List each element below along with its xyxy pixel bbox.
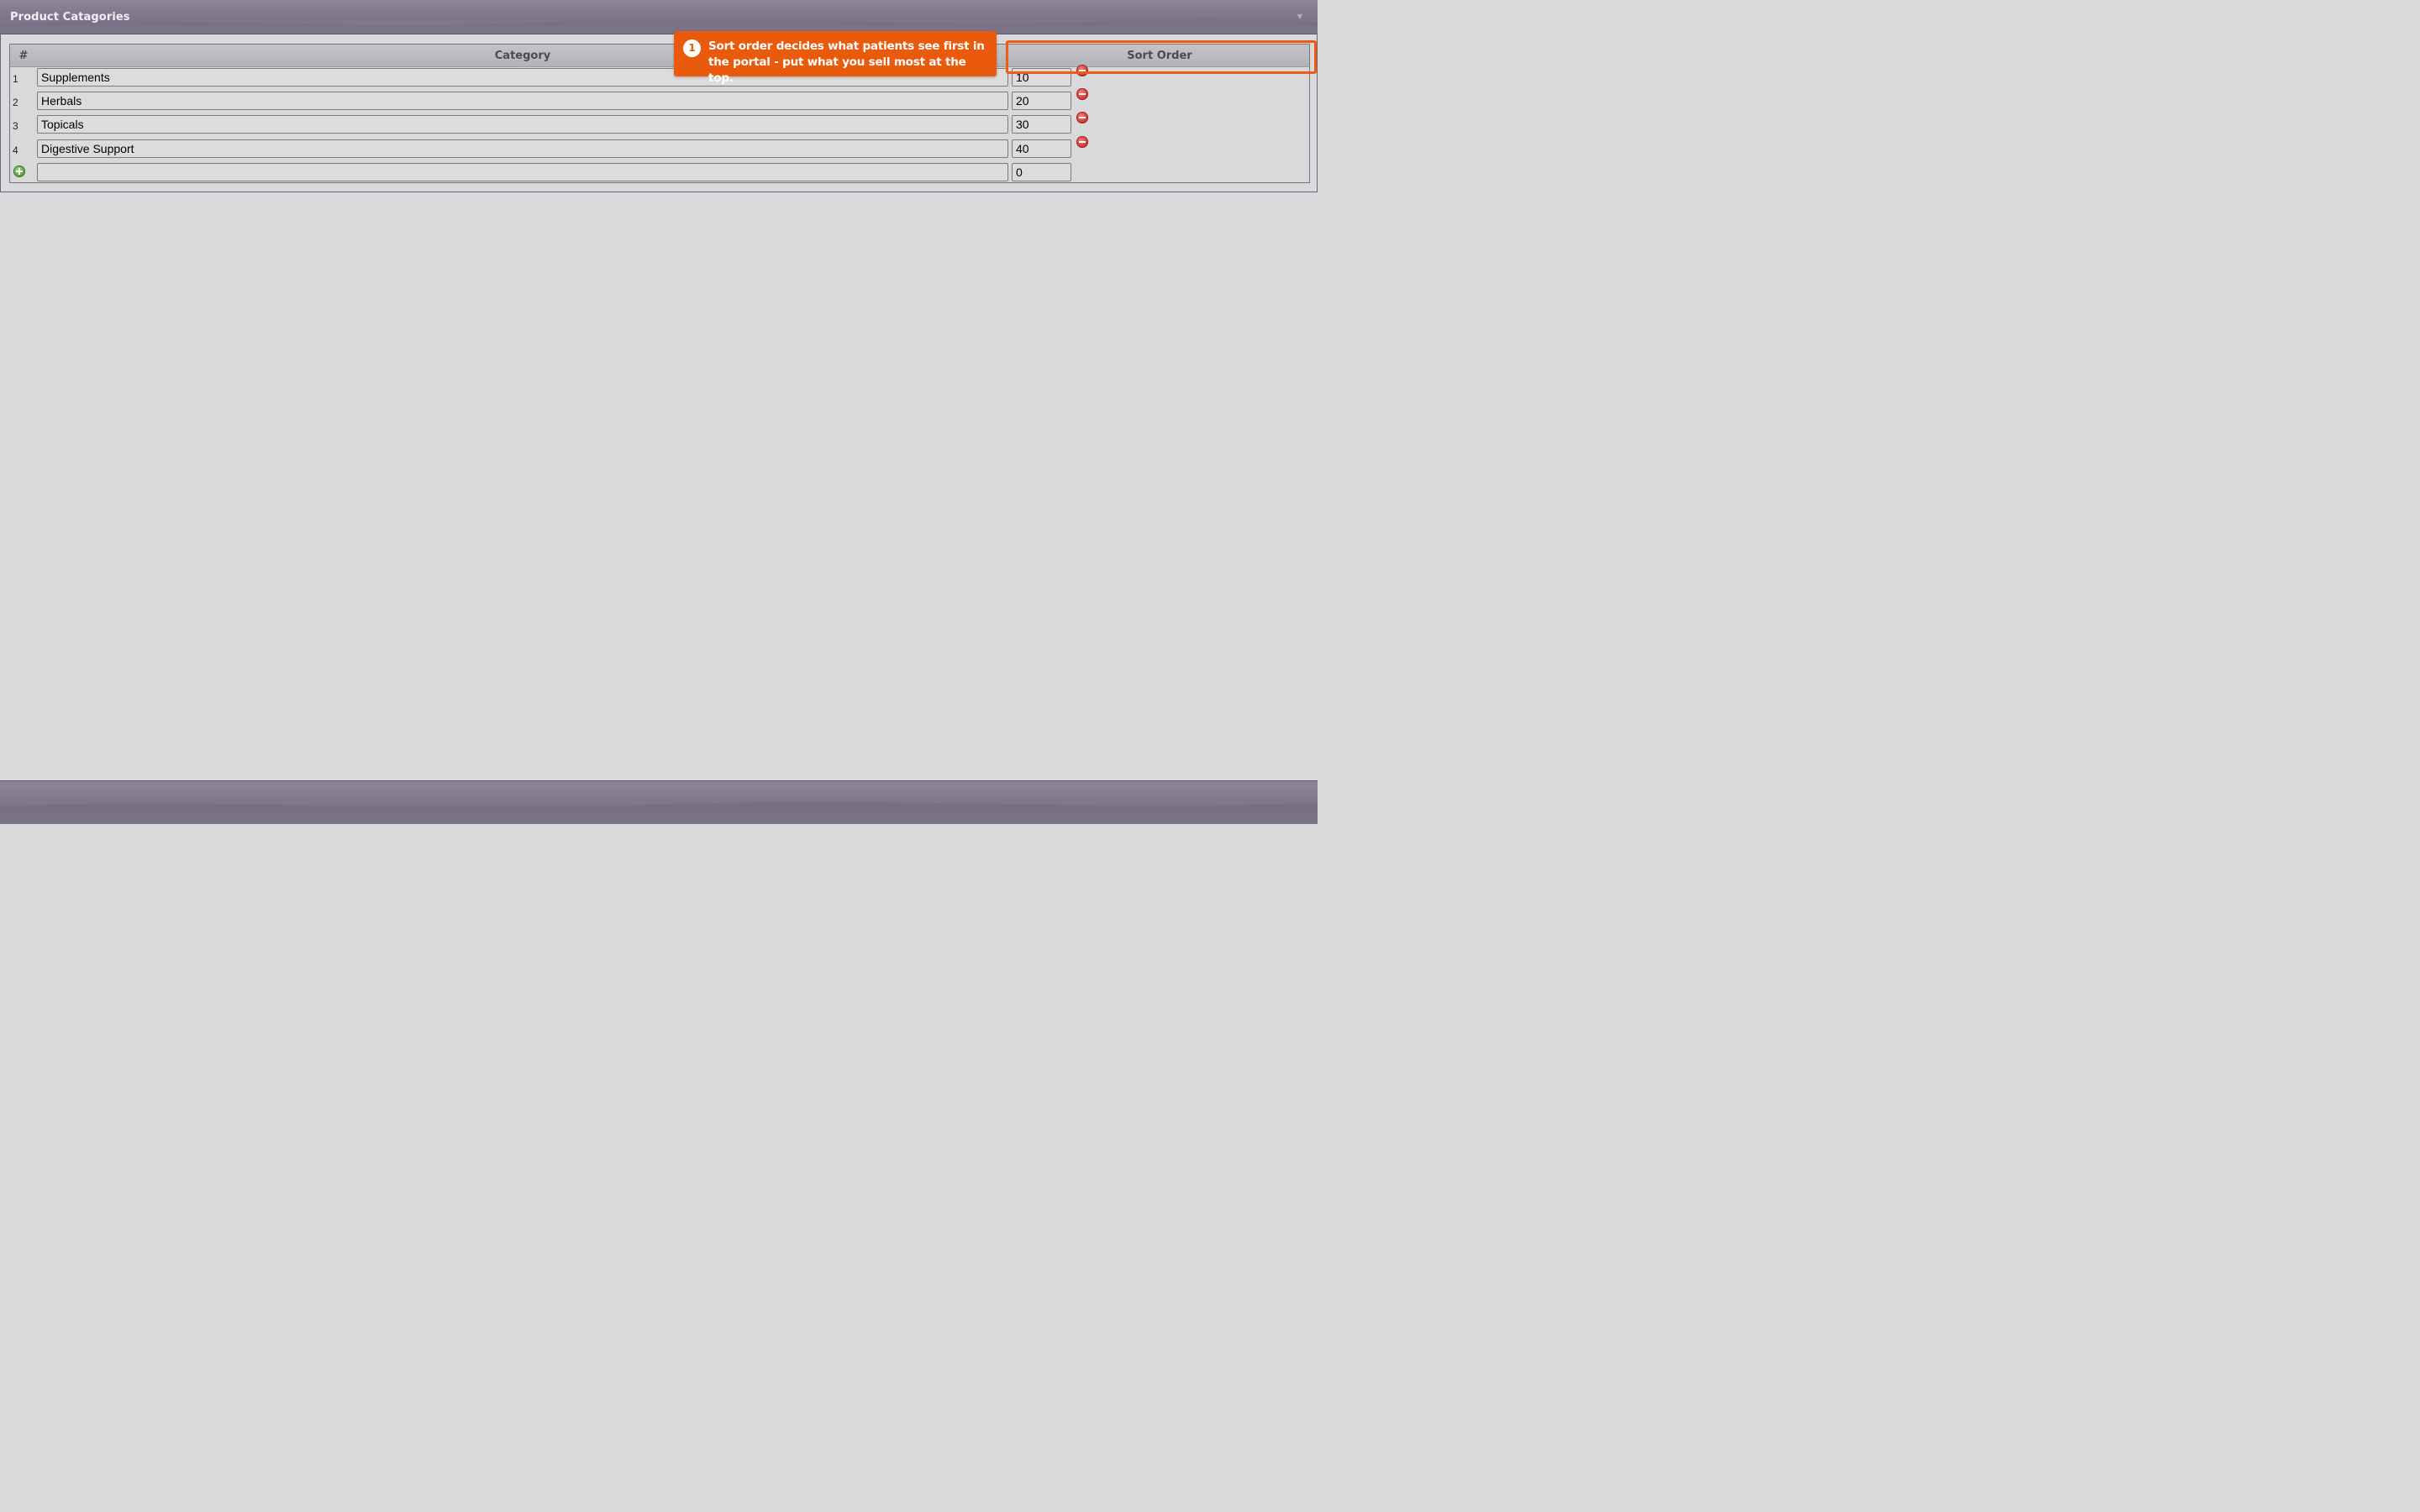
remove-row-icon[interactable] — [1076, 65, 1088, 76]
panel-header: Product Catagories ▼ — [0, 0, 1318, 34]
table-row: 3 — [10, 112, 1309, 135]
tour-tooltip[interactable]: 1 Sort order decides what patients see f… — [674, 31, 997, 85]
remove-row-icon[interactable] — [1076, 136, 1088, 148]
column-header-sort-order[interactable]: Sort Order — [1010, 50, 1309, 62]
tour-tooltip-text: Sort order decides what patients see fir… — [708, 39, 985, 85]
table-row: 2 — [10, 88, 1309, 112]
row-number: 4 — [13, 144, 18, 156]
header-wave-decoration — [0, 18, 1318, 34]
sort-order-input[interactable] — [1012, 115, 1071, 134]
sort-order-input[interactable] — [1012, 139, 1071, 158]
new-sort-order-input[interactable] — [1012, 163, 1071, 181]
footer-wave-decoration — [0, 801, 1318, 824]
table-row: 4 — [10, 136, 1309, 160]
column-header-number: # — [18, 50, 29, 62]
row-number: 3 — [13, 120, 18, 132]
category-grid: # Category Sort Order 1 2 3 4 — [9, 44, 1310, 183]
grid-header: # Category Sort Order — [10, 45, 1309, 67]
category-input[interactable] — [37, 115, 1008, 134]
sort-order-input[interactable] — [1012, 68, 1071, 87]
category-input[interactable] — [37, 139, 1008, 158]
new-row — [10, 163, 1309, 183]
remove-row-icon[interactable] — [1076, 112, 1088, 123]
panel-body: # Category Sort Order 1 2 3 4 — [0, 34, 1318, 192]
panel-title: Product Catagories — [10, 11, 130, 24]
row-number: 1 — [13, 73, 18, 85]
category-input[interactable] — [37, 92, 1008, 110]
add-row-icon[interactable] — [13, 165, 25, 177]
panel-footer — [0, 780, 1318, 824]
table-row: 1 — [10, 65, 1309, 88]
new-category-input[interactable] — [37, 163, 1008, 181]
chevron-down-icon[interactable]: ▼ — [1297, 13, 1302, 20]
sort-order-input[interactable] — [1012, 92, 1071, 110]
remove-row-icon[interactable] — [1076, 88, 1088, 100]
row-number: 2 — [13, 97, 18, 108]
tour-step-badge: 1 — [683, 39, 701, 57]
